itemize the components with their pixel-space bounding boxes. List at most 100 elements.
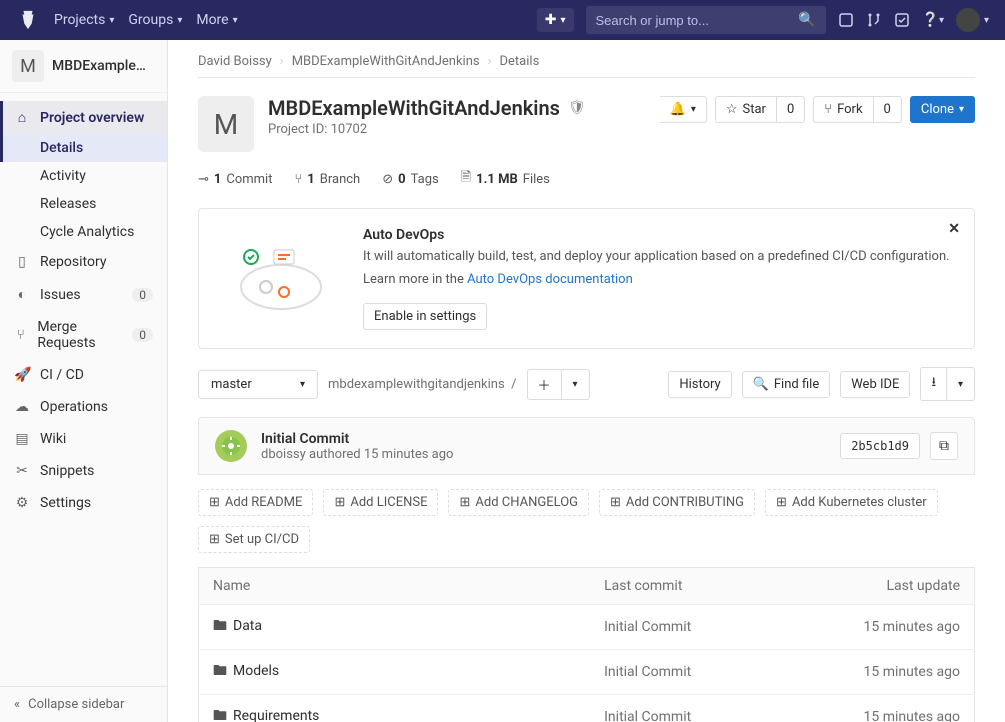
search-box[interactable]: 🔍 — [586, 6, 826, 34]
collapse-sidebar-button[interactable]: «Collapse sidebar — [0, 686, 167, 722]
download-dropdown[interactable]: ▾ — [947, 367, 975, 401]
nav-groups[interactable]: Groups ▾ — [128, 12, 182, 28]
fork-count: 0 — [874, 96, 902, 123]
gitlab-logo-icon[interactable] — [16, 8, 40, 32]
sidebar-item-releases[interactable]: Releases — [0, 190, 167, 218]
copy-sha-button[interactable]: ⧉ — [930, 432, 958, 460]
sidebar-item-snippets[interactable]: ✂Snippets — [0, 455, 167, 487]
search-input[interactable] — [596, 13, 799, 28]
col-name: Name — [199, 568, 591, 605]
file-name-cell[interactable]: 🖿Requirements — [199, 695, 591, 722]
collapse-icon: « — [14, 697, 20, 712]
chevron-down-icon: ▾ — [177, 15, 182, 26]
nav-more[interactable]: More ▾ — [196, 12, 237, 28]
merge-requests-icon[interactable] — [866, 12, 882, 28]
sidebar-item-issues[interactable]: ◐Issues0 — [0, 278, 167, 311]
star-icon: ☆ — [726, 102, 738, 117]
sidebar-item-cycle-analytics[interactable]: Cycle Analytics — [0, 218, 167, 246]
find-file-button[interactable]: 🔍Find file — [742, 371, 831, 398]
file-update-cell: 15 minutes ago — [774, 695, 974, 722]
col-last-update: Last update — [774, 568, 974, 605]
add-file-button[interactable]: ＋ — [527, 369, 562, 400]
file-name-cell[interactable]: 🖿Data — [199, 605, 591, 650]
star-count: 0 — [777, 96, 805, 123]
download-icon: ⭳ — [931, 373, 936, 395]
commit-message[interactable]: Initial Commit — [261, 431, 453, 447]
commit-sha[interactable]: 2b5cb1d9 — [840, 433, 920, 459]
chevron-down-icon: ▾ — [109, 15, 114, 26]
file-commit-cell[interactable]: Initial Commit — [590, 695, 774, 722]
plus-icon: ⊞ — [610, 495, 621, 510]
rocket-icon: 🚀 — [14, 367, 30, 383]
devops-illustration — [221, 227, 341, 317]
suggestion-button[interactable]: ⊞Add CONTRIBUTING — [599, 489, 755, 516]
enable-in-settings-button[interactable]: Enable in settings — [363, 303, 487, 330]
suggestion-button[interactable]: ⊞Add CHANGELOG — [448, 489, 589, 516]
banner-description: It will automatically build, test, and d… — [363, 249, 952, 264]
sidebar-item-settings[interactable]: ⚙Settings — [0, 487, 167, 519]
sidebar-item-cicd[interactable]: 🚀CI / CD — [0, 359, 167, 391]
file-tree-table: Name Last commit Last update 🖿DataInitia… — [198, 567, 975, 722]
nav-projects[interactable]: Projects ▾ — [54, 12, 114, 28]
suggestion-button[interactable]: ⊞Add README — [198, 489, 313, 516]
breadcrumb: David Boissy› MBDExampleWithGitAndJenkin… — [198, 54, 975, 69]
commit-author[interactable]: dboissy — [261, 447, 306, 462]
gear-icon: ⚙ — [14, 495, 30, 511]
auto-devops-docs-link[interactable]: Auto DevOps documentation — [467, 272, 633, 287]
issues-icon: ◐ — [14, 286, 30, 303]
download-button[interactable]: ⭳ — [920, 367, 947, 401]
repo-path[interactable]: mbdexamplewithgitandjenkins / — [328, 377, 517, 392]
last-commit: Initial Commit dboissy authored 15 minut… — [198, 417, 975, 475]
file-commit-cell[interactable]: Initial Commit — [590, 650, 774, 695]
top-nav: Projects ▾ Groups ▾ More ▾ ✚ ▾ 🔍 ❔▾ ▾ — [0, 0, 1005, 40]
breadcrumb-project[interactable]: MBDExampleWithGitAndJenkins — [292, 54, 480, 69]
close-icon[interactable]: ✕ — [948, 221, 960, 237]
suggestion-button[interactable]: ⊞Set up CI/CD — [198, 526, 310, 553]
clone-button[interactable]: Clone ▾ — [910, 96, 975, 123]
sidebar-item-activity[interactable]: Activity — [0, 162, 167, 190]
stat-tags[interactable]: ⊘0 Tags — [382, 172, 439, 187]
commit-icon: ⊸ — [198, 172, 209, 187]
notifications-button[interactable]: 🔔▾ — [660, 96, 707, 123]
plus-icon: ⊞ — [459, 495, 470, 510]
plus-icon: ⊞ — [334, 495, 345, 510]
file-name-cell[interactable]: 🖿Models — [199, 650, 591, 695]
todos-icon[interactable] — [894, 12, 910, 28]
chevron-down-icon: ▾ — [233, 15, 238, 26]
main-content: David Boissy› MBDExampleWithGitAndJenkin… — [168, 40, 1005, 722]
branch-selector[interactable]: master▾ — [198, 370, 318, 399]
web-ide-button[interactable]: Web IDE — [840, 371, 910, 398]
sidebar-item-wiki[interactable]: ▤Wiki — [0, 423, 167, 455]
sidebar-item-details[interactable]: Details — [0, 134, 167, 162]
breadcrumb-user[interactable]: David Boissy — [198, 54, 272, 69]
folder-icon: 🖿 — [213, 618, 227, 634]
tag-icon: ⊘ — [382, 172, 393, 187]
star-button[interactable]: ☆Star — [715, 96, 777, 123]
search-icon: 🔍 — [753, 377, 769, 392]
sidebar-item-operations[interactable]: ☁Operations — [0, 391, 167, 423]
issues-icon[interactable] — [838, 12, 854, 28]
user-menu[interactable]: ▾ — [956, 8, 989, 32]
stat-files[interactable]: 🗎1.1 MB Files — [461, 168, 550, 190]
new-button[interactable]: ✚ ▾ — [537, 8, 574, 32]
help-icon[interactable]: ❔▾ — [922, 12, 944, 28]
history-button[interactable]: History — [668, 371, 731, 398]
stat-commits[interactable]: ⊸1 Commit — [198, 172, 272, 187]
file-commit-cell[interactable]: Initial Commit — [590, 605, 774, 650]
project-stats: ⊸1 Commit ⑂1 Branch ⊘0 Tags 🗎1.1 MB File… — [198, 168, 975, 190]
plus-icon: ⊞ — [776, 495, 787, 510]
sidebar-project-header[interactable]: M MBDExampleWithGit... — [0, 40, 167, 93]
avatar-icon — [956, 8, 980, 32]
stat-branches[interactable]: ⑂1 Branch — [294, 172, 360, 187]
sidebar-item-overview[interactable]: ⌂Project overview — [0, 101, 167, 134]
copy-icon: ⧉ — [939, 438, 949, 454]
sidebar-item-merge-requests[interactable]: ⑂Merge Requests0 — [0, 311, 167, 359]
suggestion-button[interactable]: ⊞Add LICENSE — [323, 489, 438, 516]
sidebar-item-repository[interactable]: ▯Repository — [0, 246, 167, 278]
add-file-dropdown[interactable]: ▾ — [562, 369, 590, 400]
fork-icon: ⑂ — [824, 102, 832, 117]
suggestion-button[interactable]: ⊞Add Kubernetes cluster — [765, 489, 938, 516]
file-update-cell: 15 minutes ago — [774, 605, 974, 650]
fork-button[interactable]: ⑂Fork — [813, 96, 873, 123]
plus-icon: ⊞ — [209, 495, 220, 510]
